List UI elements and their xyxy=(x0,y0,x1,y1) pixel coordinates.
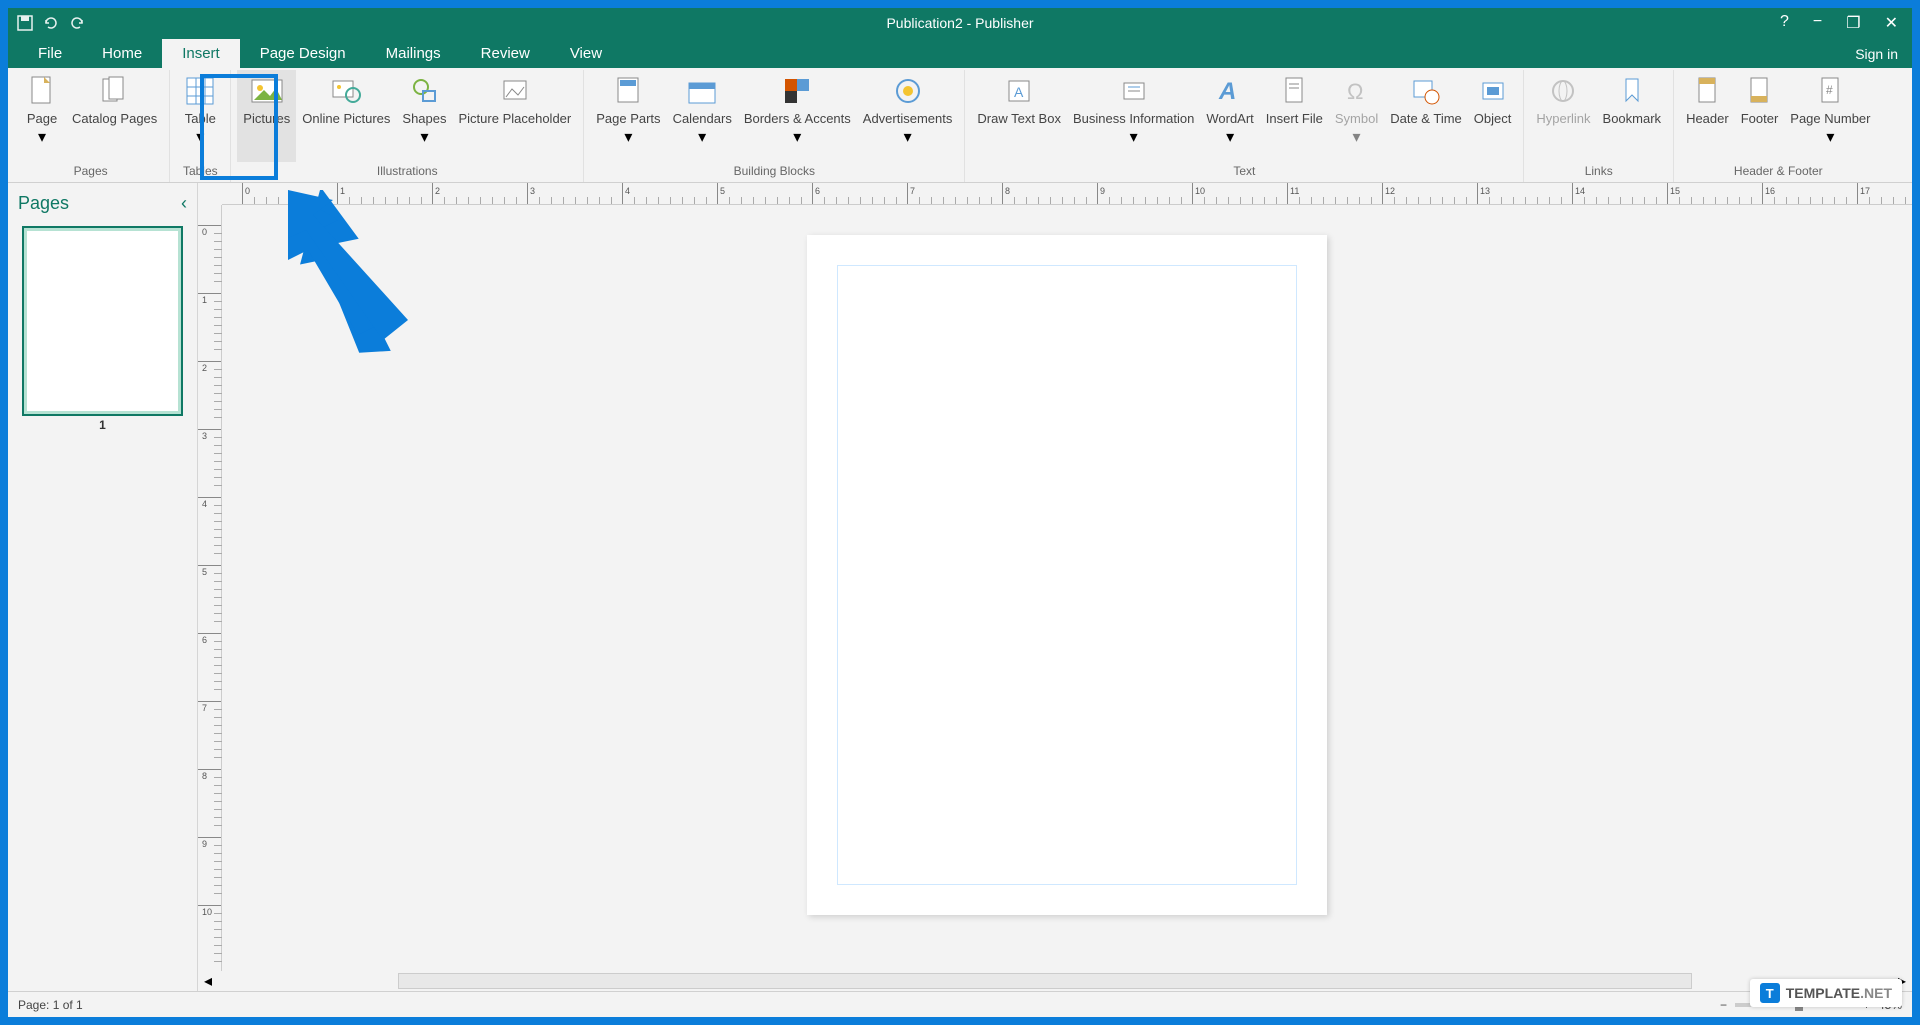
footer-icon xyxy=(1742,74,1776,108)
group-links-label: Links xyxy=(1585,162,1613,182)
date-time-button[interactable]: Date & Time xyxy=(1384,70,1468,162)
header-icon xyxy=(1690,74,1724,108)
date-time-icon xyxy=(1409,74,1443,108)
group-tables-label: Tables xyxy=(183,162,218,182)
group-text-label: Text xyxy=(1233,162,1255,182)
group-illustrations-label: Illustrations xyxy=(377,162,438,182)
bookmark-button[interactable]: Bookmark xyxy=(1597,70,1668,162)
tab-file[interactable]: File xyxy=(18,39,82,68)
window-title: Publication2 - Publisher xyxy=(886,15,1033,31)
tab-view[interactable]: View xyxy=(550,39,622,68)
zoom-out-button[interactable]: − xyxy=(1720,998,1727,1012)
bookmark-icon xyxy=(1615,74,1649,108)
table-button[interactable]: Table▾ xyxy=(176,70,224,162)
undo-icon[interactable] xyxy=(42,14,60,32)
textbox-icon: A xyxy=(1002,74,1036,108)
wordart-icon: A xyxy=(1213,74,1247,108)
page-number-button[interactable]: # Page Number▾ xyxy=(1784,70,1876,162)
page-thumbnail-1[interactable] xyxy=(22,226,183,416)
watermark: T TEMPLATE.NET xyxy=(1750,979,1902,1007)
pages-panel: Pages ‹ 1 xyxy=(8,183,198,991)
vertical-ruler: 01234567891011 xyxy=(198,205,222,971)
draw-text-box-button[interactable]: A Draw Text Box xyxy=(971,70,1067,162)
tab-home[interactable]: Home xyxy=(82,39,162,68)
business-info-button[interactable]: Business Information▾ xyxy=(1067,70,1200,162)
wordart-button[interactable]: A WordArt▾ xyxy=(1200,70,1259,162)
calendar-icon xyxy=(685,74,719,108)
close-icon[interactable]: ✕ xyxy=(1885,13,1898,33)
ribbon: Page▾ Catalog Pages Pages Table▾ Tables xyxy=(8,68,1912,183)
ribbon-tabs: File Home Insert Page Design Mailings Re… xyxy=(8,38,1912,68)
shapes-button[interactable]: Shapes▾ xyxy=(396,70,452,162)
object-icon xyxy=(1476,74,1510,108)
calendars-button[interactable]: Calendars▾ xyxy=(667,70,738,162)
page-indicator[interactable]: Page: 1 of 1 xyxy=(18,998,83,1012)
pictures-button[interactable]: Pictures xyxy=(237,70,296,162)
page-parts-icon xyxy=(611,74,645,108)
insert-file-button[interactable]: Insert File xyxy=(1260,70,1329,162)
page-thumb-number: 1 xyxy=(22,416,183,432)
page-icon xyxy=(25,74,59,108)
watermark-logo-icon: T xyxy=(1760,983,1780,1003)
tab-insert[interactable]: Insert xyxy=(162,39,240,68)
catalog-icon xyxy=(98,74,132,108)
group-hf-label: Header & Footer xyxy=(1734,162,1823,182)
insert-file-icon xyxy=(1277,74,1311,108)
maximize-icon[interactable]: ❐ xyxy=(1846,13,1860,33)
footer-button[interactable]: Footer xyxy=(1735,70,1785,162)
pictures-icon xyxy=(250,74,284,108)
placeholder-icon xyxy=(498,74,532,108)
hyperlink-button[interactable]: Hyperlink xyxy=(1530,70,1596,162)
borders-accents-button[interactable]: Borders & Accents▾ xyxy=(738,70,857,162)
bizinfo-icon xyxy=(1117,74,1151,108)
picture-placeholder-button[interactable]: Picture Placeholder xyxy=(453,70,578,162)
online-pictures-icon xyxy=(329,74,363,108)
borders-icon xyxy=(780,74,814,108)
publication-page[interactable] xyxy=(807,235,1327,915)
tab-review[interactable]: Review xyxy=(461,39,550,68)
shapes-icon xyxy=(407,74,441,108)
page-parts-button[interactable]: Page Parts▾ xyxy=(590,70,666,162)
save-icon[interactable] xyxy=(16,14,34,32)
document-canvas[interactable] xyxy=(222,205,1912,971)
svg-text:A: A xyxy=(1218,78,1236,105)
advertisements-button[interactable]: Advertisements▾ xyxy=(857,70,959,162)
titlebar: Publication2 - Publisher ? − ❐ ✕ xyxy=(8,8,1912,38)
tab-mailings[interactable]: Mailings xyxy=(366,39,461,68)
svg-text:Ω: Ω xyxy=(1347,79,1363,104)
pages-panel-title: Pages xyxy=(18,193,69,214)
redo-icon[interactable] xyxy=(68,14,86,32)
hyperlink-icon xyxy=(1546,74,1580,108)
page-number-icon: # xyxy=(1813,74,1847,108)
help-icon[interactable]: ? xyxy=(1780,13,1789,33)
statusbar: Page: 1 of 1 − + 45% xyxy=(8,991,1912,1017)
horizontal-ruler: 01234567891011121314151617 xyxy=(222,183,1912,205)
tab-page-design[interactable]: Page Design xyxy=(240,39,366,68)
minimize-icon[interactable]: − xyxy=(1813,13,1822,33)
object-button[interactable]: Object xyxy=(1468,70,1518,162)
group-pages-label: Pages xyxy=(74,162,108,182)
sign-in-link[interactable]: Sign in xyxy=(1841,40,1912,68)
ads-icon xyxy=(891,74,925,108)
svg-text:#: # xyxy=(1826,83,1833,97)
header-button[interactable]: Header xyxy=(1680,70,1735,162)
catalog-pages-button[interactable]: Catalog Pages xyxy=(66,70,163,162)
page-button[interactable]: Page▾ xyxy=(18,70,66,162)
symbol-button[interactable]: Ω Symbol▾ xyxy=(1329,70,1384,162)
online-pictures-button[interactable]: Online Pictures xyxy=(296,70,396,162)
group-blocks-label: Building Blocks xyxy=(734,162,815,182)
collapse-panel-icon[interactable]: ‹ xyxy=(181,193,187,214)
symbol-icon: Ω xyxy=(1340,74,1374,108)
horizontal-scrollbar[interactable]: ◂▸ xyxy=(198,971,1912,991)
table-icon xyxy=(183,74,217,108)
svg-text:A: A xyxy=(1014,84,1024,100)
